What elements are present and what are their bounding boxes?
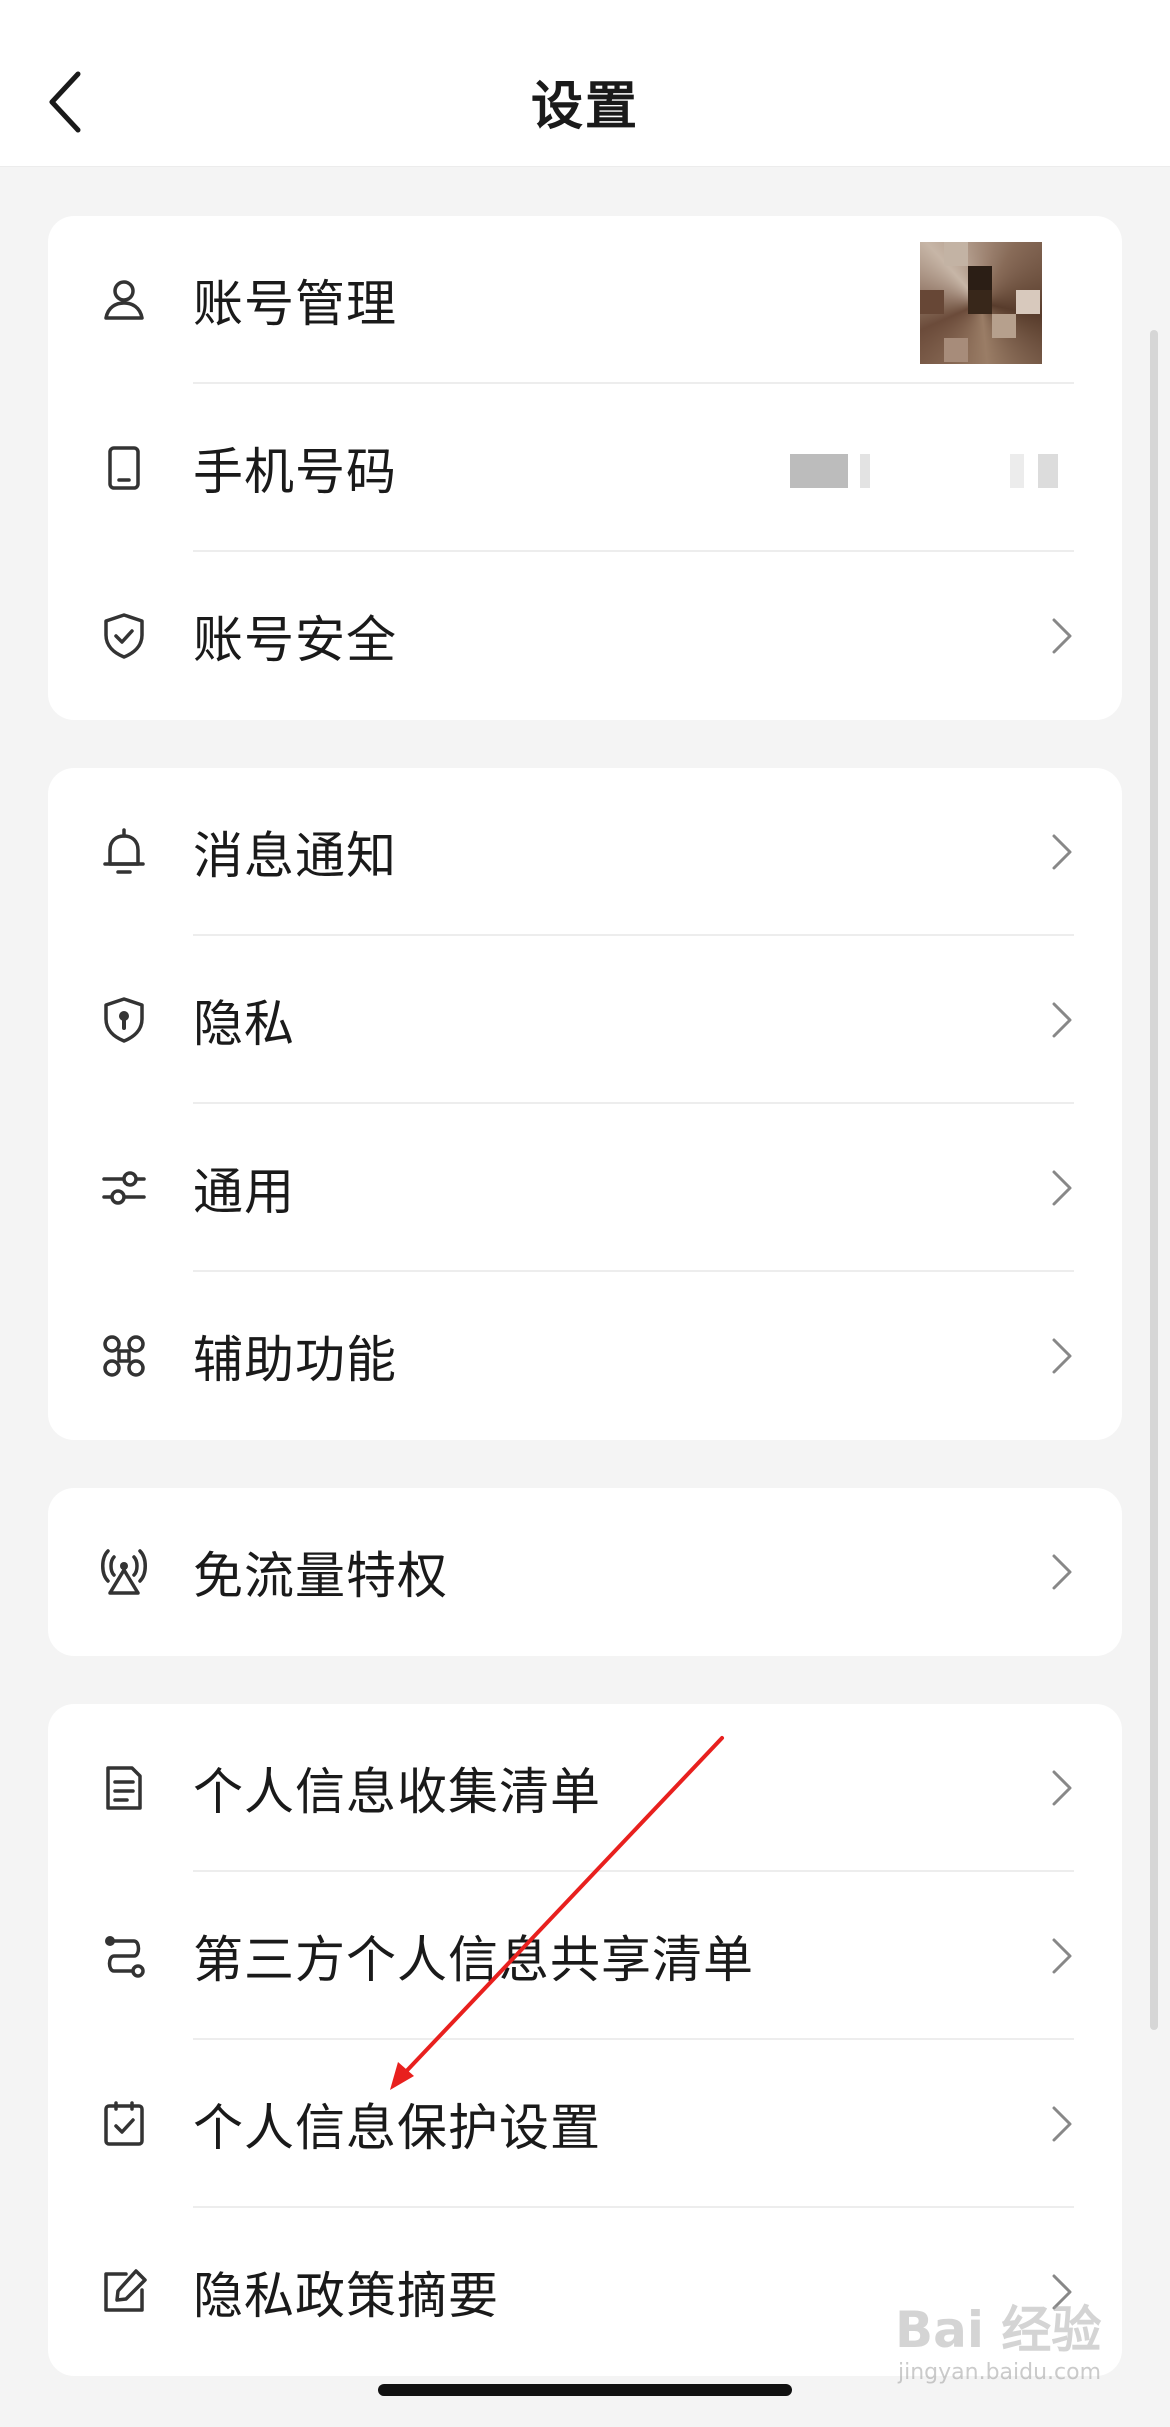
settings-row-label: 第三方个人信息共享清单 <box>193 1931 754 1989</box>
shield-lock-icon <box>98 994 150 1046</box>
scrollbar[interactable] <box>1150 330 1158 2030</box>
top-bar: 设置 <box>0 0 1170 167</box>
home-indicator[interactable] <box>378 2384 792 2396</box>
settings-row-accessibility[interactable]: 辅助功能 <box>48 1272 1122 1440</box>
chevron-right-icon <box>1052 2106 1072 2142</box>
settings-row-privacy[interactable]: 隐私 <box>48 936 1122 1104</box>
shield-check-icon <box>98 610 150 662</box>
phone-number-value-masked <box>790 454 1080 488</box>
data-free-card: 免流量特权 <box>48 1488 1122 1656</box>
settings-row-data-free-privilege[interactable]: 免流量特权 <box>48 1488 1122 1656</box>
route-icon <box>98 1930 150 1982</box>
chevron-right-icon <box>1052 1770 1072 1806</box>
watermark-brand: Bai 经验 <box>895 2301 1102 2359</box>
chevron-right-icon <box>1052 1002 1072 1038</box>
settings-row-label: 消息通知 <box>193 827 397 885</box>
chevron-right-icon <box>1052 1170 1072 1206</box>
settings-row-general[interactable]: 通用 <box>48 1104 1122 1272</box>
document-list-icon <box>98 1762 150 1814</box>
settings-row-info-protection-settings[interactable]: 个人信息保护设置 <box>48 2040 1122 2208</box>
settings-row-info-collection-list[interactable]: 个人信息收集清单 <box>48 1704 1122 1872</box>
avatar <box>920 242 1042 364</box>
grid-command-icon <box>98 1330 150 1382</box>
settings-row-label: 免流量特权 <box>193 1547 448 1605</box>
sliders-icon <box>98 1162 150 1214</box>
account-settings-card: 账号管理 手机号码 账号安全 <box>48 216 1122 720</box>
checkbox-icon <box>98 2098 150 2150</box>
chevron-right-icon <box>1052 1338 1072 1374</box>
chevron-right-icon <box>1052 618 1072 654</box>
settings-row-phone-number[interactable]: 手机号码 <box>48 384 1122 552</box>
settings-row-label: 个人信息收集清单 <box>193 1763 601 1821</box>
edit-icon <box>98 2266 150 2318</box>
settings-row-account-security[interactable]: 账号安全 <box>48 552 1122 720</box>
watermark-url: jingyan.baidu.com <box>898 2360 1102 2385</box>
signal-tower-icon <box>98 1546 150 1598</box>
settings-row-label: 辅助功能 <box>193 1331 397 1389</box>
personal-info-card: 个人信息收集清单 第三方个人信息共享清单 个人信息保护设置 隐私政策摘要 <box>48 1704 1122 2376</box>
chevron-right-icon <box>1052 834 1072 870</box>
user-icon <box>98 274 150 326</box>
chevron-right-icon <box>1052 1938 1072 1974</box>
settings-row-third-party-sharing-list[interactable]: 第三方个人信息共享清单 <box>48 1872 1122 2040</box>
settings-row-label: 账号安全 <box>193 611 397 669</box>
settings-row-label: 隐私 <box>193 995 295 1053</box>
settings-row-label: 账号管理 <box>193 275 397 333</box>
page-title: 设置 <box>530 77 639 137</box>
general-settings-card: 消息通知 隐私 通用 辅助功能 <box>48 768 1122 1440</box>
settings-row-label: 通用 <box>193 1163 295 1221</box>
settings-row-account-management[interactable]: 账号管理 <box>48 216 1122 384</box>
bell-icon <box>98 826 150 878</box>
settings-row-label: 手机号码 <box>193 443 397 501</box>
settings-row-label: 隐私政策摘要 <box>193 2267 499 2325</box>
chevron-right-icon <box>1052 1554 1072 1590</box>
phone-icon <box>98 442 150 494</box>
settings-row-label: 个人信息保护设置 <box>193 2099 601 2157</box>
settings-row-notifications[interactable]: 消息通知 <box>48 768 1122 936</box>
